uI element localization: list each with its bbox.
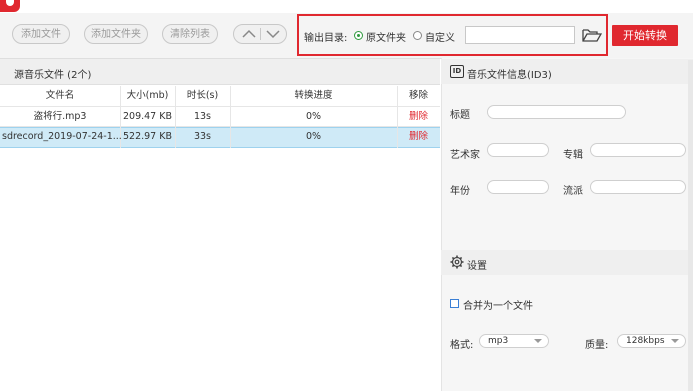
merge-label: 合并为一个文件 — [463, 301, 533, 312]
year-input[interactable] — [487, 180, 549, 194]
chevron-down-icon — [534, 339, 542, 343]
format-label: 格式: — [450, 340, 474, 351]
row1-filename[interactable]: 盗将行.mp3 — [0, 107, 120, 127]
year-label: 年份 — [450, 186, 470, 197]
col-duration[interactable]: 时长(s) — [175, 86, 230, 106]
col-remove[interactable]: 移除 — [397, 86, 440, 106]
artist-input[interactable] — [487, 143, 549, 157]
settings-title: 设置 — [467, 261, 487, 272]
col-filename[interactable]: 文件名 — [0, 86, 120, 106]
title-label: 标题 — [450, 110, 470, 121]
quality-select[interactable]: 128kbps — [617, 334, 686, 348]
add-folder-button[interactable]: 添加文件夹 — [84, 24, 148, 44]
row2-duration: 33s — [193, 131, 212, 142]
row1-delete-link[interactable]: 删除 — [397, 107, 440, 127]
radio-source-folder[interactable] — [354, 31, 363, 40]
format-select[interactable]: mp3 — [479, 334, 549, 348]
col-progress[interactable]: 转换进度 — [230, 86, 397, 106]
artist-label: 艺术家 — [450, 150, 480, 161]
row1-duration: 13s — [193, 111, 212, 122]
album-input[interactable] — [590, 143, 686, 157]
album-label: 专辑 — [563, 150, 583, 161]
quality-label: 质量: — [585, 340, 609, 351]
app-logo — [0, 0, 20, 12]
row1-progress: 0% — [305, 111, 322, 122]
title-input[interactable] — [487, 105, 626, 119]
folder-open-icon[interactable] — [582, 27, 602, 43]
id3-icon: ID — [450, 65, 464, 78]
genre-label: 流派 — [563, 186, 583, 197]
gear-icon — [450, 255, 464, 269]
row2-progress: 0% — [305, 131, 322, 142]
start-convert-button[interactable]: 开始转换 — [612, 25, 678, 46]
source-list-title: 源音乐文件 (2个) — [14, 70, 92, 81]
row1-size: 209.47 KB — [122, 111, 172, 122]
merge-checkbox[interactable] — [450, 299, 459, 308]
format-value: mp3 — [488, 336, 509, 346]
row2-size: 522.97 KB — [122, 131, 172, 142]
col-size[interactable]: 大小(mb) — [120, 86, 175, 106]
row2-filename[interactable]: sdrecord_2019-07-24-1... — [0, 127, 122, 147]
id3-title: 音乐文件信息(ID3) — [467, 70, 552, 81]
chevron-down-icon — [671, 339, 679, 343]
add-file-button[interactable]: 添加文件 — [12, 24, 70, 44]
chevron-down-icon[interactable] — [266, 29, 280, 39]
quality-value: 128kbps — [626, 336, 665, 346]
output-path-input[interactable] — [465, 26, 575, 44]
row2-delete-link[interactable]: 删除 — [397, 127, 440, 147]
output-dir-label: 输出目录: — [304, 33, 348, 44]
scrollbar[interactable] — [688, 60, 693, 391]
move-buttons — [233, 24, 287, 44]
radio-custom-label: 自定义 — [425, 33, 455, 44]
radio-source-label: 原文件夹 — [366, 33, 406, 44]
clear-list-button[interactable]: 清除列表 — [162, 24, 218, 44]
chevron-up-icon[interactable] — [242, 29, 256, 39]
radio-custom[interactable] — [413, 31, 422, 40]
genre-input[interactable] — [590, 180, 686, 194]
